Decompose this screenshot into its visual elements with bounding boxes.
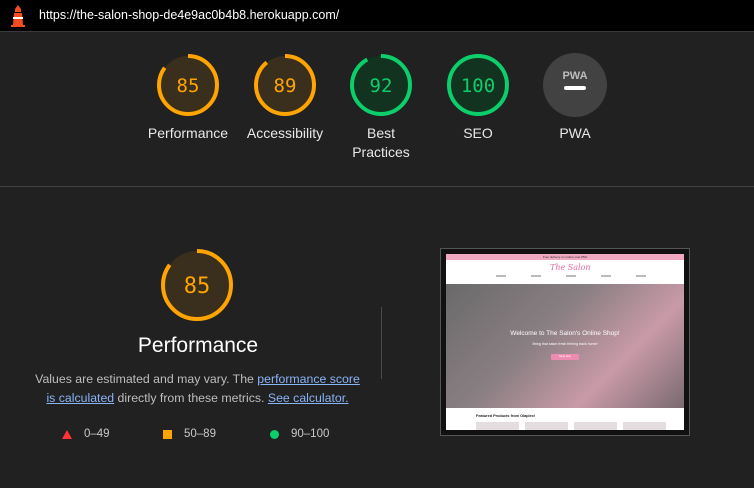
legend-pass: 90–100 bbox=[270, 428, 329, 440]
legend-fail: 0–49 bbox=[62, 428, 110, 440]
site-brand: The Salon bbox=[550, 263, 591, 272]
gauge-best-practices[interactable]: 92 Best Practices bbox=[336, 53, 426, 162]
final-screenshot-thumbnail[interactable]: Free delivery on orders over €50! The Sa… bbox=[440, 248, 690, 436]
featured-heading: Featured Products from Olaplex! bbox=[476, 414, 536, 418]
gauge-label: Performance bbox=[147, 125, 229, 141]
address-bar: https://the-salon-shop-de4e9ac0b4b8.hero… bbox=[0, 0, 754, 32]
score-ring: 100 bbox=[447, 54, 509, 116]
square-icon bbox=[163, 429, 172, 439]
score-value: 92 bbox=[370, 75, 393, 97]
hero-image: Welcome to The Salon's Online Shop! Brin… bbox=[446, 284, 684, 408]
pwa-badge: PWA bbox=[543, 53, 607, 117]
pwa-dash-icon bbox=[564, 86, 586, 90]
shop-now-button: Shop Now bbox=[551, 354, 579, 360]
legend-range: 90–100 bbox=[291, 428, 330, 440]
lighthouse-icon bbox=[11, 5, 25, 27]
description-text: Values are estimated and may vary. The bbox=[35, 372, 258, 386]
page-url[interactable]: https://the-salon-shop-de4e9ac0b4b8.hero… bbox=[39, 8, 339, 22]
triangle-icon bbox=[62, 429, 72, 439]
score-ring: 85 bbox=[157, 54, 219, 116]
screenshot-page: Free delivery on orders over €50! The Sa… bbox=[446, 254, 684, 430]
circle-icon bbox=[270, 429, 279, 439]
legend-range: 50–89 bbox=[184, 428, 216, 440]
score-value: 100 bbox=[461, 75, 495, 97]
score-ring: 89 bbox=[254, 54, 316, 116]
pwa-icon-text: PWA bbox=[562, 70, 587, 82]
category-gauges: 85 Performance 89 Accessibility 92 Best … bbox=[0, 31, 754, 187]
nav-links bbox=[496, 275, 646, 277]
product-strip bbox=[476, 422, 666, 430]
performance-description: Values are estimated and may vary. The p… bbox=[30, 370, 365, 408]
site-nav: The Salon bbox=[446, 260, 684, 284]
legend-range: 0–49 bbox=[84, 428, 110, 440]
legend-average: 50–89 bbox=[163, 428, 216, 440]
gauge-label: PWA bbox=[559, 125, 591, 141]
vertical-divider bbox=[381, 307, 382, 379]
gauge-performance[interactable]: 85 Performance bbox=[143, 53, 233, 143]
gauge-seo[interactable]: 100 SEO bbox=[433, 53, 523, 143]
performance-heading: Performance bbox=[137, 334, 259, 357]
gauge-accessibility[interactable]: 89 Accessibility bbox=[240, 53, 330, 143]
description-text: directly from these metrics. bbox=[114, 391, 268, 405]
hero-subtitle: Bring that salon fresh feeling back home… bbox=[532, 342, 598, 346]
performance-score-gauge: 85 bbox=[161, 249, 233, 321]
see-calculator-link[interactable]: See calculator. bbox=[268, 391, 349, 405]
score-value: 85 bbox=[177, 75, 200, 97]
score-ring: 92 bbox=[350, 54, 412, 116]
performance-score-value: 85 bbox=[184, 274, 211, 299]
gauge-label: SEO bbox=[463, 125, 493, 141]
hero-title: Welcome to The Salon's Online Shop! bbox=[510, 330, 620, 337]
score-value: 89 bbox=[274, 75, 297, 97]
gauge-label: Best Practices bbox=[352, 125, 410, 160]
gauge-label: Accessibility bbox=[246, 125, 324, 141]
gauge-pwa[interactable]: PWA PWA bbox=[530, 53, 620, 143]
